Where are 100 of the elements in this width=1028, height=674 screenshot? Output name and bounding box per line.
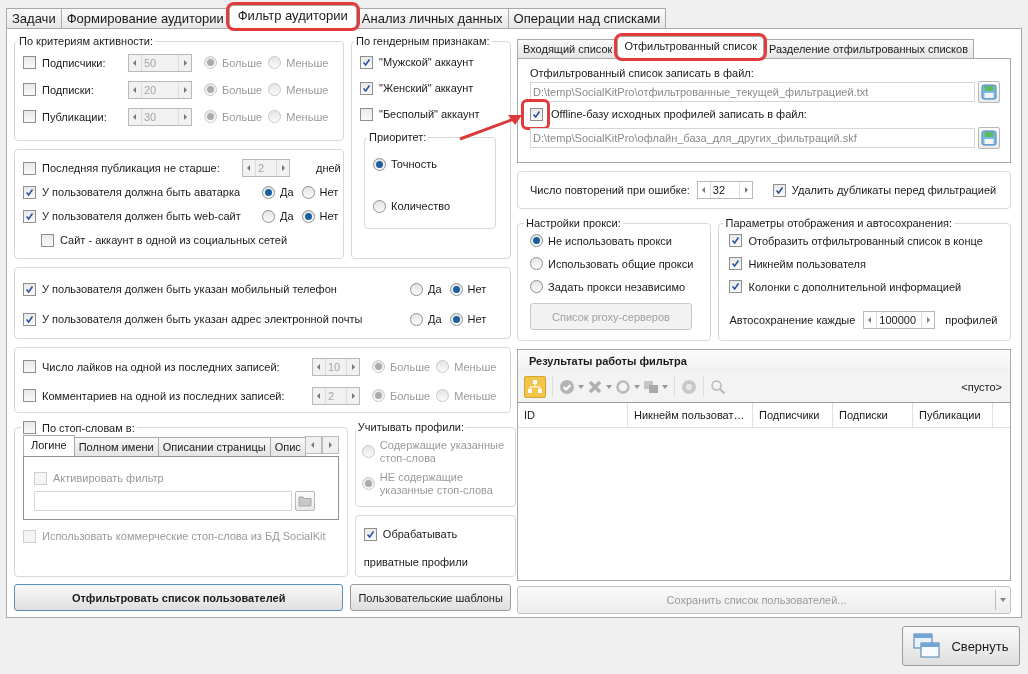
number-spinner[interactable]: 32 [696, 181, 753, 199]
tab[interactable]: Задачи [6, 8, 62, 28]
caret-icon[interactable] [578, 385, 584, 389]
checkbox[interactable] [23, 185, 36, 199]
checkbox[interactable] [772, 183, 786, 197]
tab[interactable]: Опис [269, 437, 306, 456]
folder-button[interactable] [295, 491, 315, 511]
right-arrow-icon[interactable] [742, 186, 749, 194]
radio-button[interactable] [204, 110, 217, 123]
radio-button[interactable] [530, 280, 543, 293]
radio-button[interactable] [436, 389, 450, 402]
checkbox[interactable] [23, 56, 36, 69]
left-arrow-icon[interactable] [132, 58, 138, 67]
radio-button[interactable] [449, 282, 463, 296]
radio-button[interactable] [530, 257, 543, 270]
left-arrow-icon[interactable] [132, 85, 138, 94]
save-button[interactable] [978, 127, 1000, 149]
save-button[interactable] [978, 81, 1000, 103]
radio-button[interactable] [410, 312, 423, 326]
column-header[interactable]: Никнейм пользоват… [628, 403, 753, 427]
tab[interactable]: Формирование аудитории [60, 8, 230, 28]
right-arrow-icon[interactable] [925, 316, 932, 324]
radio-button[interactable] [301, 185, 315, 199]
checkbox[interactable] [41, 233, 54, 247]
radio-button[interactable] [449, 312, 463, 326]
radio-button[interactable] [301, 209, 315, 223]
tab[interactable]: Операции над списками [507, 8, 667, 28]
checkbox[interactable] [23, 161, 36, 175]
checkbox[interactable] [34, 471, 47, 485]
tab[interactable]: Отфильтрованный список [617, 36, 764, 58]
checkbox[interactable] [23, 421, 36, 434]
scroll-left-button[interactable] [304, 436, 322, 454]
checkbox[interactable] [729, 234, 743, 247]
checkbox[interactable] [530, 107, 543, 121]
path-field[interactable]: D:\temp\SocialKitPro\офлайн_база_для_других_фильтраций.skf [530, 128, 975, 148]
filter-button[interactable]: Отфильтровать список пользователей [14, 584, 344, 611]
right-arrow-icon[interactable] [350, 362, 356, 371]
minimize-button[interactable]: Свернуть [902, 626, 1020, 666]
column-header[interactable]: Подписчики [753, 403, 833, 427]
tab[interactable]: Фильтр аудитории [228, 5, 357, 28]
checkbox[interactable] [360, 81, 373, 95]
checkbox[interactable] [23, 282, 36, 296]
right-arrow-icon[interactable] [182, 112, 188, 121]
left-arrow-icon[interactable] [700, 186, 707, 194]
number-spinner[interactable]: 100000 [863, 311, 936, 329]
caret-icon[interactable] [606, 385, 612, 389]
radio-button[interactable] [436, 360, 450, 373]
check-circle-icon[interactable] [559, 379, 575, 395]
radio-button[interactable] [262, 209, 275, 223]
checkbox[interactable] [23, 360, 36, 373]
checkbox[interactable] [23, 110, 36, 123]
caret-icon[interactable] [662, 385, 668, 389]
left-arrow-icon[interactable] [132, 112, 138, 121]
tab[interactable]: Разделение отфильтрованных списков [763, 39, 974, 58]
left-arrow-icon[interactable] [316, 362, 322, 371]
radio-button[interactable] [373, 157, 386, 171]
right-arrow-icon[interactable] [280, 164, 286, 172]
right-arrow-icon[interactable] [182, 85, 188, 94]
column-header[interactable]: Подписки [833, 403, 913, 427]
checkbox[interactable] [23, 83, 36, 96]
column-header[interactable]: ID [518, 403, 628, 427]
path-field[interactable]: D:\temp\SocialKitPro\отфильтрованные_текущей_фильтрацией.txt [530, 82, 975, 102]
checkbox[interactable] [360, 107, 373, 121]
copy-icon[interactable] [643, 379, 659, 395]
radio-button[interactable] [361, 445, 375, 458]
tab[interactable]: Полном имени [73, 437, 159, 456]
tab[interactable]: Описании страницы [157, 437, 271, 456]
input-field[interactable] [34, 491, 292, 511]
left-arrow-icon[interactable] [246, 164, 252, 172]
radio-button[interactable] [268, 110, 282, 123]
right-arrow-icon[interactable] [182, 58, 188, 67]
radio-button[interactable] [372, 360, 385, 373]
checkbox[interactable] [23, 209, 36, 223]
tab[interactable]: Логине [23, 435, 75, 456]
radio-button[interactable] [410, 282, 423, 296]
right-arrow-icon[interactable] [350, 391, 356, 400]
checkbox[interactable] [23, 312, 36, 326]
checkbox[interactable] [360, 55, 373, 69]
checkbox[interactable] [23, 529, 36, 543]
radio-button[interactable] [268, 56, 282, 69]
radio-button[interactable] [530, 234, 543, 247]
caret-icon[interactable] [634, 385, 640, 389]
radio-button[interactable] [361, 477, 375, 490]
radio-button[interactable] [204, 56, 217, 69]
radio-button[interactable] [372, 389, 385, 402]
radio-button[interactable] [268, 83, 282, 96]
checkbox[interactable] [729, 257, 743, 270]
left-arrow-icon[interactable] [867, 316, 874, 324]
templates-button[interactable]: Пользовательские шаблоны [350, 584, 511, 611]
left-arrow-icon[interactable] [316, 391, 322, 400]
radio-button[interactable] [373, 199, 386, 213]
checkbox[interactable] [23, 389, 36, 402]
column-header[interactable]: Публикации [913, 403, 993, 427]
radio-button[interactable] [204, 83, 217, 96]
close-icon[interactable] [587, 379, 603, 395]
radio-button[interactable] [262, 185, 275, 199]
hierarchy-button[interactable] [524, 376, 546, 398]
checkbox[interactable] [729, 280, 743, 293]
search-icon[interactable] [710, 379, 726, 395]
checkbox[interactable] [363, 527, 377, 541]
